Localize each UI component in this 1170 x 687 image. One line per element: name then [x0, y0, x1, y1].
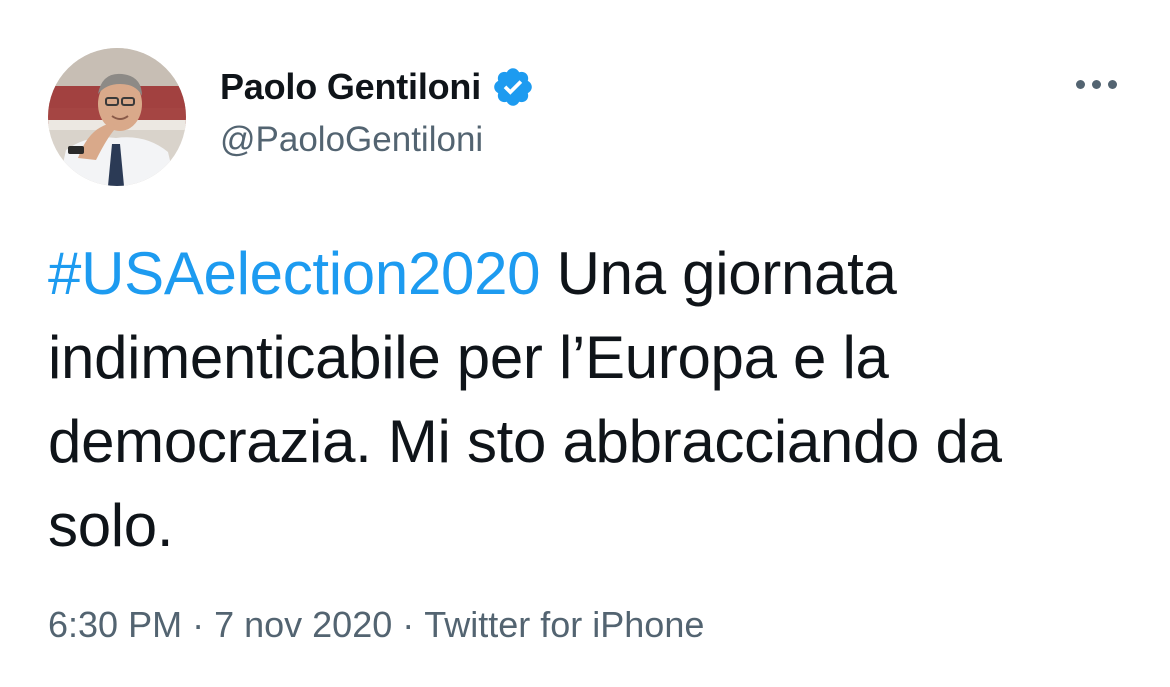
meta-separator: ·	[192, 604, 205, 645]
hashtag-link[interactable]: #USAelection2020	[48, 240, 541, 307]
author-handle[interactable]: @PaoloGentiloni	[220, 120, 483, 160]
more-dot	[1075, 79, 1085, 89]
meta-separator: ·	[402, 604, 415, 645]
more-options-icon[interactable]	[1068, 70, 1124, 98]
tweet-source[interactable]: Twitter for iPhone	[424, 604, 704, 645]
author-name-row: Paolo Gentiloni	[220, 62, 535, 112]
tweet-time[interactable]: 6:30 PM	[48, 604, 182, 645]
tweet-date[interactable]: 7 nov 2020	[214, 604, 392, 645]
tweet-card: Paolo Gentiloni @PaoloGentiloni #USAelec…	[0, 0, 1170, 687]
more-dot	[1107, 79, 1117, 89]
avatar-photo-icon	[48, 48, 186, 186]
author-display-name[interactable]: Paolo Gentiloni	[220, 66, 481, 108]
tweet-metadata: 6:30 PM · 7 nov 2020 · Twitter for iPhone	[48, 604, 704, 646]
more-dot	[1091, 79, 1101, 89]
verified-badge-icon	[491, 65, 535, 109]
author-avatar[interactable]	[48, 48, 186, 186]
tweet-text: #USAelection2020 Una giornata indimentic…	[48, 232, 1138, 568]
